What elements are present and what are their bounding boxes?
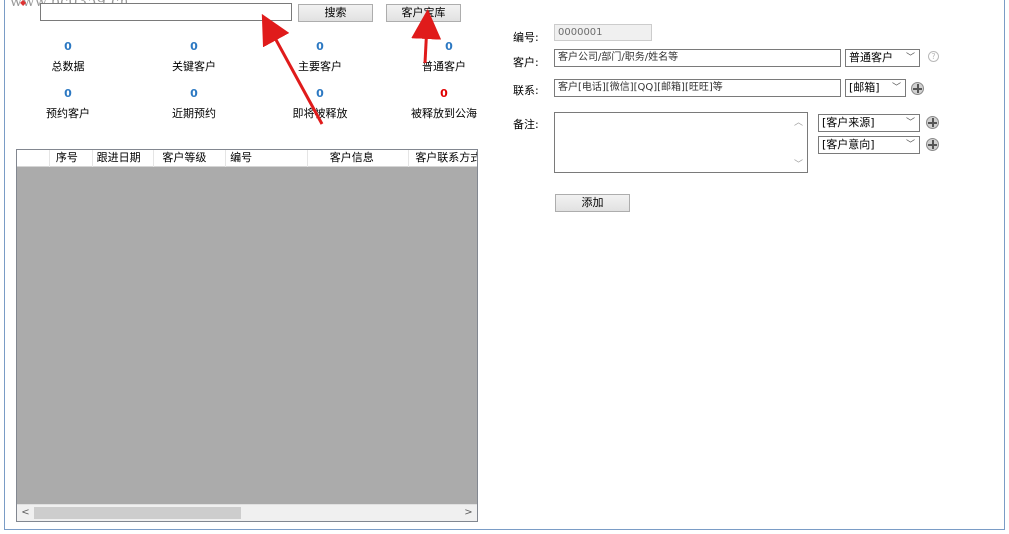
annotation-arrow-icon: [411, 9, 442, 64]
annotation-arrows: [261, 9, 442, 125]
annotation-arrow-icon: [261, 13, 324, 125]
